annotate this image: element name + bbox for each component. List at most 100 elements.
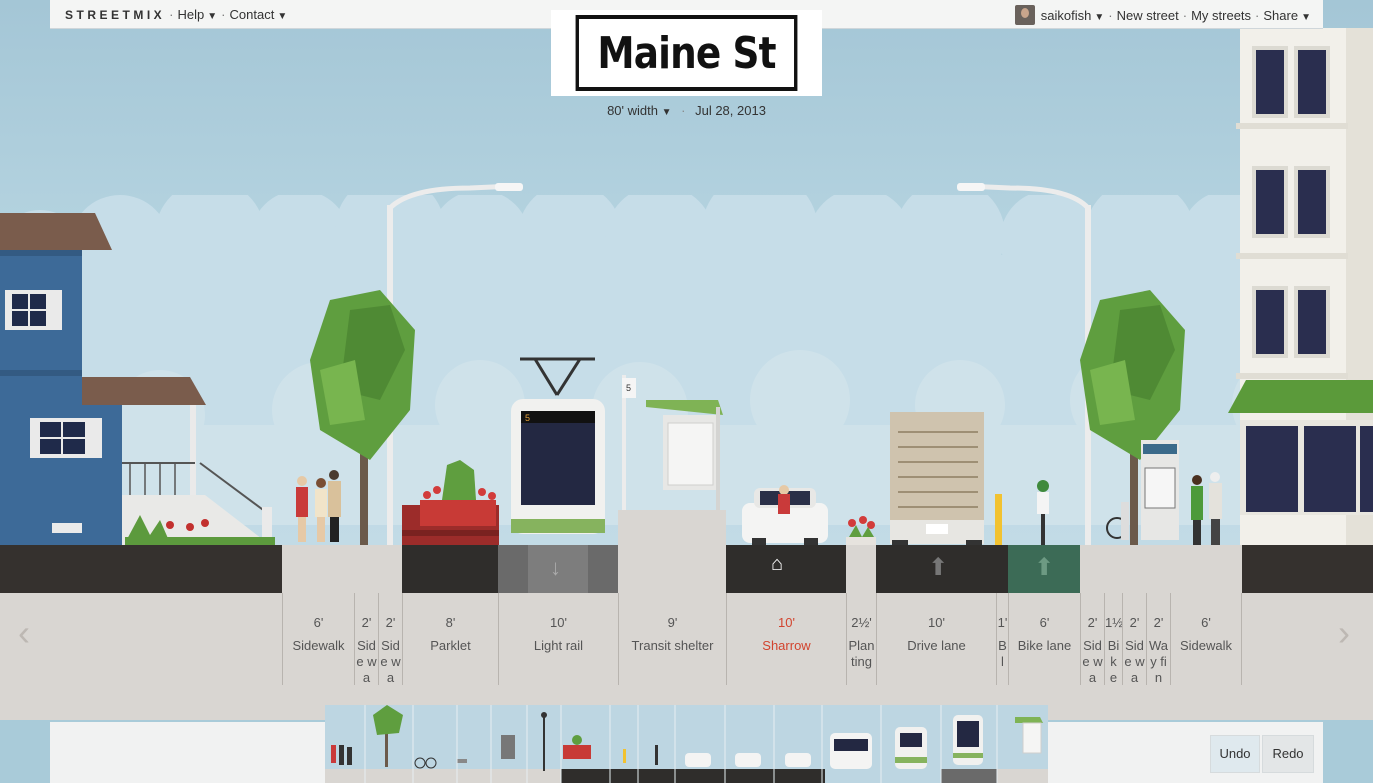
cyclist bbox=[1037, 480, 1049, 546]
segment-name: Bike lane bbox=[1017, 638, 1072, 653]
user-menu[interactable]: saikofish ▼ bbox=[1041, 8, 1104, 23]
segment-width: 10' bbox=[550, 615, 567, 630]
pedestrians-left bbox=[296, 470, 341, 542]
light-rail-vehicle: 5 bbox=[511, 357, 605, 534]
sharrow-car-bike bbox=[742, 485, 828, 548]
left-building bbox=[0, 213, 275, 545]
buffer-surface bbox=[996, 545, 1008, 593]
new-street-link[interactable]: New street bbox=[1117, 8, 1179, 23]
segment-label-transit-shelter[interactable]: 9' Transit shelter bbox=[618, 593, 726, 685]
street-meta: 80' width ▼ · Jul 28, 2013 bbox=[551, 103, 822, 118]
segment-label-bike-lane[interactable]: 6' Bike lane bbox=[1008, 593, 1080, 685]
segment-label-sidewalk-left[interactable]: 6' Sidewalk bbox=[282, 593, 354, 685]
planting-strip bbox=[846, 516, 876, 545]
streetmix-logo[interactable]: STREETMIX bbox=[65, 8, 165, 22]
segment-label-buffer[interactable]: 1' B l bbox=[996, 593, 1008, 685]
segment-name: B l bbox=[998, 638, 1007, 669]
parklet-surface bbox=[402, 545, 498, 593]
segment-label-sharrow[interactable]: 10' Sharrow bbox=[726, 593, 846, 685]
scroll-left-arrow-icon[interactable]: ‹ bbox=[18, 612, 30, 654]
chevron-down-icon: ▼ bbox=[1301, 11, 1311, 23]
street-width-label: 80' width bbox=[607, 103, 658, 118]
contact-menu[interactable]: Contact ▼ bbox=[230, 7, 288, 22]
share-menu[interactable]: Share ▼ bbox=[1263, 8, 1311, 23]
svg-text:5: 5 bbox=[525, 413, 530, 423]
segment-name: Side wa bbox=[1082, 638, 1103, 685]
segment-label-sidewalk-right[interactable]: 6' Sidewalk bbox=[1170, 593, 1242, 685]
chevron-down-icon: ▼ bbox=[207, 11, 218, 22]
segment-name: Side wa bbox=[356, 638, 377, 685]
bollard bbox=[995, 494, 1002, 546]
chevron-down-icon: ▼ bbox=[1094, 11, 1105, 23]
help-menu[interactable]: Help ▼ bbox=[178, 7, 218, 22]
share-label: Share bbox=[1263, 7, 1299, 23]
segment-width: 2' bbox=[385, 615, 396, 630]
user-label: saikofish bbox=[1040, 7, 1092, 23]
segment-width: 2' bbox=[1153, 615, 1164, 630]
pedestrians-right bbox=[1191, 472, 1222, 545]
scroll-right-arrow-icon[interactable]: › bbox=[1338, 612, 1350, 654]
sidewalk-left-surface bbox=[282, 545, 402, 593]
sharrow-surface: ⌂ bbox=[726, 545, 846, 593]
right-building bbox=[1228, 28, 1373, 545]
segment-name: Side wa bbox=[1124, 638, 1145, 685]
palette-items bbox=[325, 705, 1048, 783]
segment-name: Drive lane bbox=[907, 638, 966, 653]
chevron-down-icon: ▼ bbox=[661, 107, 672, 118]
help-label: Help bbox=[177, 7, 205, 22]
segment-width: 6' bbox=[1201, 615, 1211, 630]
street-name: Maine St bbox=[575, 15, 798, 91]
redo-button[interactable]: Redo bbox=[1262, 735, 1314, 773]
segment-label-sidewalk-small-3[interactable]: 2' Side wa bbox=[1080, 593, 1104, 685]
segment-label-drive-lane[interactable]: 10' Drive lane bbox=[876, 593, 996, 685]
street-name-sign[interactable]: Maine St bbox=[551, 10, 822, 96]
meta-separator: · bbox=[681, 103, 686, 118]
segment-label-parklet[interactable]: 8' Parklet bbox=[402, 593, 498, 685]
planting-surface bbox=[846, 545, 876, 593]
segment-width: 10' bbox=[928, 615, 945, 630]
segment-label-light-rail[interactable]: 10' Light rail bbox=[498, 593, 618, 685]
segment-name: Way fin bbox=[1148, 638, 1169, 685]
segment-width: 10' bbox=[778, 615, 795, 630]
chevron-down-icon: ▼ bbox=[277, 11, 288, 22]
segment-width: 6' bbox=[1039, 615, 1050, 630]
street-date: Jul 28, 2013 bbox=[695, 103, 766, 118]
segment-label-planting[interactable]: 2½' Plan ting bbox=[846, 593, 876, 685]
transit-shelter: 5 bbox=[622, 375, 723, 515]
segment-width: 1' bbox=[997, 615, 1008, 630]
contact-label: Contact bbox=[229, 7, 275, 22]
street-width-menu[interactable]: 80' width ▼ bbox=[607, 103, 671, 118]
sidewalk-right-surface bbox=[1080, 545, 1242, 593]
segment-name: Transit shelter bbox=[631, 638, 714, 653]
drive-lane-surface: ⬆ bbox=[876, 545, 996, 593]
user-avatar[interactable] bbox=[1014, 5, 1035, 25]
truck bbox=[890, 412, 984, 550]
segment-width: 1½ bbox=[1105, 615, 1122, 630]
my-streets-link[interactable]: My streets bbox=[1191, 8, 1251, 23]
segment-width: 8' bbox=[445, 615, 456, 630]
undo-button[interactable]: Undo bbox=[1210, 735, 1260, 773]
segment-label-sidewalk-small-4[interactable]: 2' Side wa bbox=[1122, 593, 1146, 685]
segment-name: Bik e bbox=[1107, 638, 1120, 685]
segment-name: Sharrow bbox=[762, 638, 811, 653]
arrow-down-icon: ↓ bbox=[550, 555, 561, 580]
arrow-up-icon: ⬆ bbox=[1034, 554, 1055, 581]
segment-width: 2' bbox=[361, 615, 372, 630]
segment-width: 2' bbox=[1087, 615, 1098, 630]
transit-shelter-surface bbox=[618, 545, 726, 593]
segment-name: Parklet bbox=[430, 638, 471, 653]
segment-width: 2½' bbox=[851, 615, 872, 630]
segment-label-sidewalk-small-2[interactable]: 2' Side wa bbox=[378, 593, 402, 685]
segment-label-sidewalk-small-1[interactable]: 2' Side wa bbox=[354, 593, 378, 685]
segment-label-wayfinding[interactable]: 2' Way fin bbox=[1146, 593, 1170, 685]
segment-name: Side wa bbox=[380, 638, 401, 685]
segment-name: Sidewalk bbox=[1179, 638, 1233, 653]
segment-width: 9' bbox=[667, 615, 678, 630]
segment-name: Plan ting bbox=[848, 638, 875, 669]
segment-label-bike-rack[interactable]: 1½ Bik e bbox=[1104, 593, 1122, 685]
bike-lane-surface: ⬆ bbox=[1008, 545, 1080, 593]
sharrow-marking-icon: ⌂ bbox=[771, 553, 784, 575]
parklet bbox=[402, 460, 499, 548]
wayfinding-bike-rack bbox=[1106, 440, 1179, 540]
segment-name: Sidewalk bbox=[292, 638, 345, 653]
